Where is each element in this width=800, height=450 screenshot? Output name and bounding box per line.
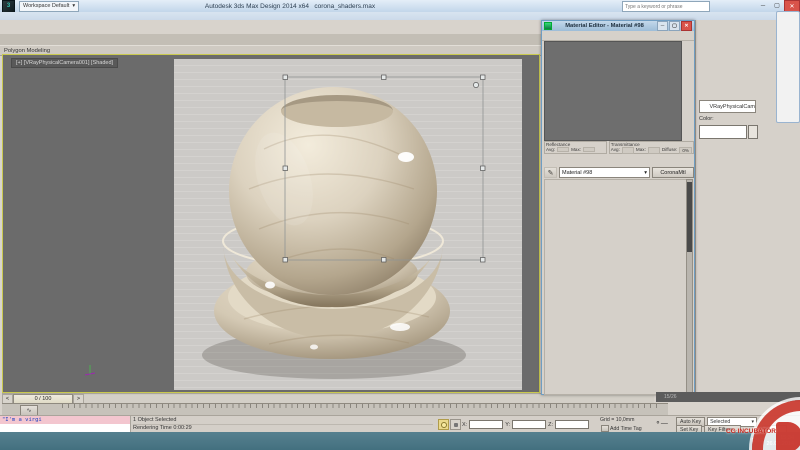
viewport-render-region[interactable] [174,59,522,390]
reflectance-box: Reflectance Avg: Max: [544,141,607,154]
material-type-button[interactable]: CoronaMtl [652,167,694,178]
chevron-down-icon: ▾ [751,419,754,425]
window-controls: ─ ▢ ✕ [756,0,800,11]
windows-taskbar [0,432,800,450]
time-tag-icon [601,425,609,432]
system-tray: ENG 15:3426.07.2014 [749,432,798,450]
ribbon-strip-label: Polygon Modeling [4,48,50,54]
material-name-dropdown[interactable]: Material #98 ▾ [559,167,650,178]
transmittance-box: Transmittance Avg: Max: Diffuse:0% [609,141,694,154]
material-parameters [544,179,690,395]
color-label: Color: [699,116,714,122]
ribbon-tabs [0,34,554,45]
window-title: Autodesk 3ds Max Design 2014 x64 corona_… [0,3,580,10]
pick-material-eyedropper-icon[interactable]: ✎ [544,167,557,178]
material-editor-titlebar[interactable]: Material Editor - Material #98 ─ ▢ ✕ [542,21,694,31]
y-label: Y: [505,422,510,428]
screen: 3 Workspace Default ▾ Autodesk 3ds Max D… [0,0,800,450]
material-preview-scene [174,59,522,390]
material-editor-window-controls: ─ ▢ ✕ [657,21,692,31]
grid-size-label: Grid = 10,0mm [600,417,634,423]
material-editor-menubar [542,31,694,41]
track-bar-ticks [62,404,658,408]
selection-lock-icon[interactable] [450,419,461,430]
x-coordinate-field[interactable] [469,420,503,429]
listener-text: "I'm a virgi [0,416,130,424]
screen-recorder-toolbar [776,11,800,123]
menu-bar [0,12,800,20]
chevron-down-icon: ▾ [644,170,647,176]
taskbar-clock[interactable]: 15:3426.07.2014 [766,435,798,447]
material-editor-icon [544,22,552,30]
search-box[interactable] [622,1,710,12]
language-indicator[interactable]: ENG [752,438,764,444]
material-editor-scrollbar[interactable] [686,179,693,395]
me-restore-button[interactable]: ▢ [669,21,680,31]
reflectance-panel: Reflectance Avg: Max: Transmittance Avg:… [544,141,694,154]
add-time-tag-label[interactable]: Add Time Tag [610,426,642,432]
me-close-button[interactable]: ✕ [681,21,692,31]
z-coordinate-field[interactable] [555,420,589,429]
object-name-button[interactable]: VRayPhysicalCam [699,100,756,113]
material-editor-window: Material Editor - Material #98 ─ ▢ ✕ Ref… [541,20,695,395]
material-sample-slots [544,41,682,141]
minimize-button[interactable]: ─ [756,0,770,11]
search-input[interactable] [623,4,709,10]
status-bar: "I'm a virgi 1 Object Selected Rendering… [0,415,800,433]
maxscript-mini-listener[interactable]: "I'm a virgi [0,416,131,433]
material-editor-title: Material Editor - Material #98 [554,23,655,29]
me-minimize-button[interactable]: ─ [657,21,668,31]
object-color-swatch[interactable] [699,125,747,139]
z-label: Z: [548,422,553,428]
x-label: X: [462,422,467,428]
viewport-label[interactable]: [+] [VRayPhysicalCamera001] [Shaded] [11,58,118,68]
object-color-picker[interactable] [748,125,758,139]
key-icon: ⚬― [655,419,668,427]
material-name-row: ✎ Material #98 ▾ CoronaMtl [544,167,694,178]
world-axis-tripod [83,363,97,377]
viewport[interactable]: [+] [VRayPhysicalCamera001] [Shaded] [2,54,540,393]
adaptive-degradation-icon[interactable] [438,419,449,430]
render-progress-overlay: 15/26100 [656,392,800,402]
restore-button[interactable]: ▢ [770,0,784,11]
y-coordinate-field[interactable] [512,420,546,429]
